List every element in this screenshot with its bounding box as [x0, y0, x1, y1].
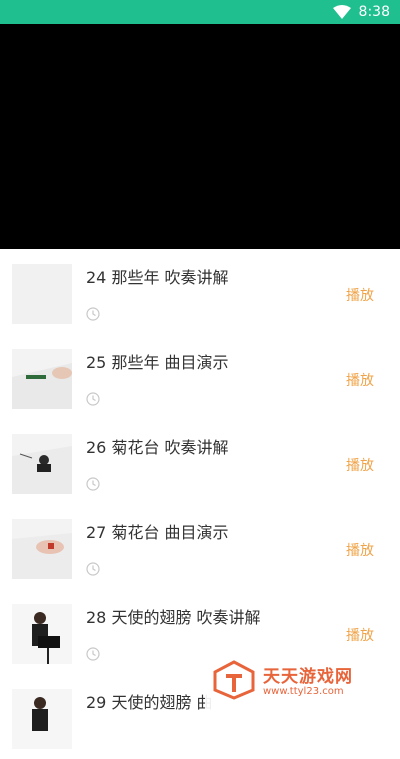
episode-title: 29 天使的翅膀 曲: [86, 693, 213, 712]
play-button[interactable]: 播放: [346, 455, 374, 475]
episode-thumbnail: [12, 604, 72, 664]
play-button[interactable]: 播放: [346, 540, 374, 560]
episode-thumbnail: [12, 434, 72, 494]
episode-row[interactable]: 25 那些年 曲目演示 播放: [0, 334, 400, 419]
clock-icon: [86, 477, 100, 491]
play-button[interactable]: 播放: [346, 370, 374, 390]
episode-title: 26 菊花台 吹奏讲解: [86, 438, 229, 457]
clock-icon: [86, 562, 100, 576]
site-logo-icon: [213, 660, 255, 700]
episode-title: 27 菊花台 曲目演示: [86, 523, 229, 542]
episode-thumbnail: [12, 264, 72, 324]
episode-title: 25 那些年 曲目演示: [86, 353, 229, 372]
clock-icon: [86, 647, 100, 661]
status-icons: 8:38: [332, 0, 390, 24]
clock-icon: [86, 392, 100, 406]
episode-row[interactable]: 27 菊花台 曲目演示 播放: [0, 504, 400, 589]
episode-title: 24 那些年 吹奏讲解: [86, 268, 229, 287]
status-time: 8:38: [358, 4, 390, 20]
episode-thumbnail: [12, 689, 72, 749]
watermark-brand: 天天游戏网: [263, 667, 353, 687]
wifi-icon: [332, 5, 351, 19]
video-player[interactable]: [0, 24, 400, 249]
episode-row[interactable]: 24 那些年 吹奏讲解 播放: [0, 249, 400, 334]
play-button[interactable]: 播放: [346, 625, 374, 645]
status-bar: 8:38: [0, 0, 400, 24]
episode-thumbnail: [12, 349, 72, 409]
episode-thumbnail: [12, 519, 72, 579]
episode-row[interactable]: 26 菊花台 吹奏讲解 播放: [0, 419, 400, 504]
episode-title: 28 天使的翅膀 吹奏讲解: [86, 608, 261, 627]
watermark: 天天游戏网 www.ttyl23.com: [205, 652, 400, 710]
play-button[interactable]: 播放: [346, 285, 374, 305]
watermark-url: www.ttyl23.com: [263, 686, 344, 697]
clock-icon: [86, 307, 100, 321]
